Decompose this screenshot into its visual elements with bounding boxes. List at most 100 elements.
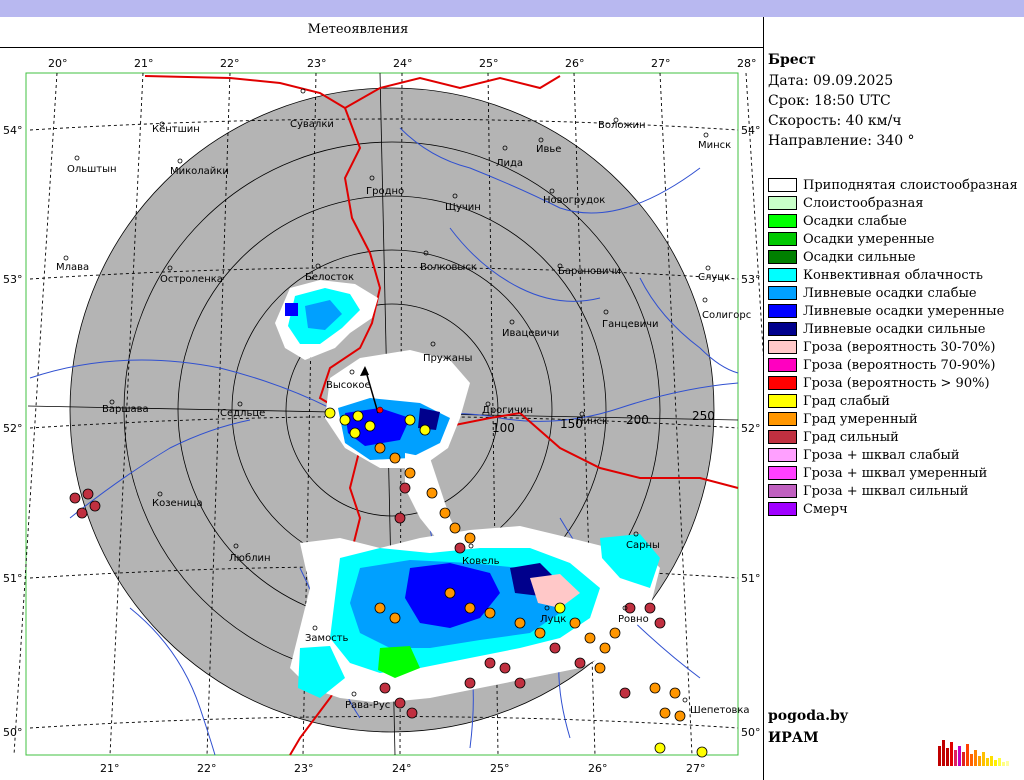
hail-marker (484, 657, 496, 669)
legend-item: Град умеренный (768, 410, 1024, 428)
hail-marker (389, 452, 401, 464)
legend-label: Град слабый (803, 393, 890, 409)
time-value: 18:50 UTC (814, 93, 891, 109)
longitude-label: 24° (392, 762, 412, 775)
date-label: Дата: (768, 73, 809, 89)
legend-swatch (768, 358, 797, 372)
legend-label: Гроза + шквал слабый (803, 447, 960, 463)
hail-marker (406, 707, 418, 719)
legend-swatch (768, 466, 797, 480)
longitude-label: 20° (48, 57, 68, 70)
longitude-label: 26° (565, 57, 585, 70)
city-label: Козеница (152, 498, 203, 509)
legend-swatch (768, 268, 797, 282)
speed-row: Скорость: 40 км/ч (768, 111, 1018, 131)
longitude-label: 25° (479, 57, 499, 70)
legend-item: Слоистообразная (768, 194, 1024, 212)
legend-item: Гроза (вероятность 70-90%) (768, 356, 1024, 374)
legend-label: Осадки умеренные (803, 231, 935, 247)
legend-item: Град сильный (768, 428, 1024, 446)
hail-marker (619, 687, 631, 699)
legend-label: Град сильный (803, 429, 899, 445)
legend-item: Осадки сильные (768, 248, 1024, 266)
city-label: Лида (496, 158, 523, 169)
hail-marker (499, 662, 511, 674)
legend-swatch (768, 196, 797, 210)
hail-marker (574, 657, 586, 669)
longitude-label: 23° (294, 762, 314, 775)
legend-label: Ливневые осадки сильные (803, 321, 986, 337)
hail-marker (644, 602, 656, 614)
hail-marker (439, 507, 451, 519)
city-label: Воложин (598, 120, 646, 131)
hail-marker (374, 442, 386, 454)
legend-swatch (768, 304, 797, 318)
latitude-label: 52° (3, 422, 23, 435)
hail-marker (534, 627, 546, 639)
speed-label: Скорость: (768, 113, 842, 129)
latitude-label: 50° (741, 726, 761, 739)
hail-marker (554, 602, 566, 614)
hail-marker (654, 617, 666, 629)
hail-marker (324, 407, 336, 419)
radar-map[interactable]: Кентшин Сувалки Ольштын Миколайки Гродно… (0, 48, 763, 780)
hail-marker (464, 677, 476, 689)
legend-swatch (768, 394, 797, 408)
legend-swatch (768, 214, 797, 228)
legend-item: Конвективная облачность (768, 266, 1024, 284)
hail-marker (394, 512, 406, 524)
latitude-label: 53° (741, 273, 761, 286)
hail-marker (399, 482, 411, 494)
date-row: Дата: 09.09.2025 (768, 71, 1018, 91)
hail-marker (444, 587, 456, 599)
hail-marker (69, 492, 81, 504)
hail-marker (454, 542, 466, 554)
legend-swatch (768, 178, 797, 192)
org-brand: ИРАМ (768, 730, 819, 746)
station-name: Брест (768, 52, 816, 68)
longitude-label: 22° (197, 762, 217, 775)
hail-marker (389, 612, 401, 624)
hail-marker (609, 627, 621, 639)
legend: Приподнятая слоистообразная Слоистообразн… (768, 176, 1024, 518)
hail-marker (464, 602, 476, 614)
legend-item: Град слабый (768, 392, 1024, 410)
legend-item: Смерч (768, 500, 1024, 518)
legend-item: Гроза + шквал слабый (768, 446, 1024, 464)
radar-site-marker (376, 406, 384, 414)
map-title: Метеоявления (307, 22, 409, 37)
latitude-label: 51° (741, 572, 761, 585)
legend-swatch (768, 376, 797, 390)
city-label: Остроленка (160, 274, 223, 285)
hail-marker (89, 500, 101, 512)
hail-marker (374, 602, 386, 614)
city-label: Солигорс (702, 310, 751, 321)
hail-marker (379, 682, 391, 694)
hail-marker (339, 414, 351, 426)
hail-marker (549, 642, 561, 654)
range-label: 200 (626, 413, 649, 427)
legend-label: Гроза (вероятность 30-70%) (803, 339, 996, 355)
longitude-label: 21° (100, 762, 120, 775)
range-label: 100 (492, 421, 515, 435)
legend-swatch (768, 322, 797, 336)
hail-marker (696, 746, 708, 758)
city-label: Ивацевичи (502, 328, 559, 339)
legend-label: Гроза (вероятность 70-90%) (803, 357, 996, 373)
legend-label: Смерч (803, 501, 848, 517)
hail-marker (599, 642, 611, 654)
legend-item: Ливневые осадки сильные (768, 320, 1024, 338)
legend-item: Гроза (вероятность 30-70%) (768, 338, 1024, 356)
meridian-28 (745, 72, 763, 357)
city-label: Высокое (326, 380, 371, 391)
latitude-label: 54° (3, 124, 23, 137)
speed-value: 40 км/ч (845, 113, 902, 129)
direction-value: 340 ° (876, 133, 915, 149)
legend-label: Осадки сильные (803, 249, 916, 265)
city-label: Минск (698, 140, 731, 151)
legend-label: Град умеренный (803, 411, 918, 427)
legend-item: Ливневые осадки слабые (768, 284, 1024, 302)
city-label: Люблин (229, 553, 271, 564)
legend-swatch (768, 484, 797, 498)
legend-label: Гроза (вероятность > 90%) (803, 375, 990, 391)
